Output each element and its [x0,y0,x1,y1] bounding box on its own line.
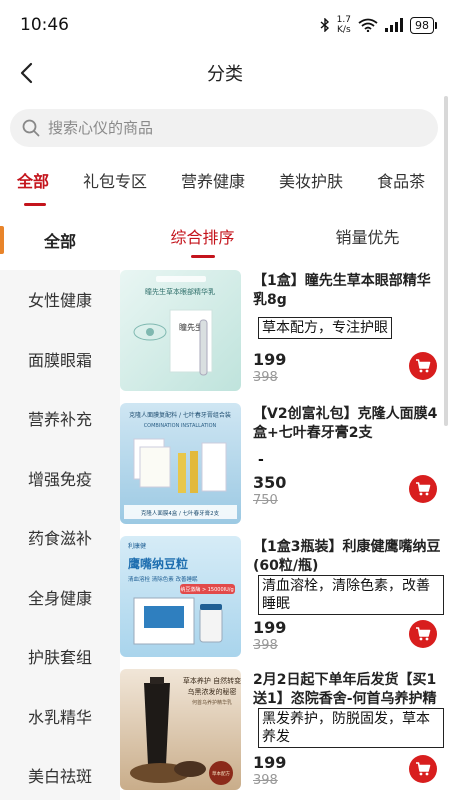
header: 分类 [0,50,450,96]
sidebar-item-immunity[interactable]: 增强免疫 [0,448,120,508]
image-line1: 草本养护 自然转变 [183,676,241,685]
product-price: 199 [253,618,287,637]
sidebar: 全部 女性健康 面膜眼霜 营养补充 增强免疫 药食滋补 全身健康 护肤套组 水乳… [0,210,120,800]
page-title: 分类 [207,64,243,85]
image-points: 清血溶栓 清除色素 改善睡眠 [128,575,198,583]
product-title: 【V2创富礼包】克隆人面膜4盒+七叶春牙膏2支 [253,406,438,441]
image-line3: 何首乌养护精华乳 [192,699,232,706]
sidebar-item-supplements[interactable]: 营养补充 [0,389,120,449]
image-seal: 草本配方 [212,770,230,777]
sidebar-item-mask-eye-cream[interactable]: 面膜眼霜 [0,329,120,389]
back-button[interactable] [12,59,40,87]
speed-unit: K/s [337,25,351,35]
product-tag: 草本配方，专注护眼 [258,317,392,339]
status-bar: 10:46 1.7 K/s 98 [0,0,450,50]
status-time: 10:46 [20,15,69,35]
sidebar-item-tonic[interactable]: 药食滋补 [0,508,120,568]
image-line2: 乌黑浓发的秘密 [188,687,237,696]
category-tab-food-tea[interactable]: 食品茶 [360,160,442,208]
wifi-icon [358,18,378,32]
product-old-price: 750 [253,493,278,508]
product-title: 2月2日起下单年后发货【买1送1】恣院香舍-何首乌养护精华… [253,672,437,707]
product-tag: 黑发养护，防脱固发，草本养发 [258,708,444,748]
sort-comprehensive[interactable]: 综合排序 [120,210,285,262]
network-speed: 1.7 K/s [337,15,351,35]
speed-value: 1.7 [336,15,351,25]
image-footer: 克隆人面膜4盒 / 七叶春牙膏2支 [141,509,220,517]
signal-icon [385,18,403,32]
product-image[interactable]: 草本养护 自然转变 乌黑浓发的秘密 何首乌养护精华乳 草本配方 [120,669,241,790]
search-bar[interactable] [10,109,438,147]
sidebar-item-women-health[interactable]: 女性健康 [0,270,120,330]
add-to-cart-button[interactable] [409,475,437,503]
cart-icon [416,762,431,776]
product-card[interactable]: 草本养护 自然转变 乌黑浓发的秘密 何首乌养护精华乳 草本配方 2月2日起下单年… [120,661,450,794]
product-old-price: 398 [253,370,278,385]
product-image[interactable]: 克隆人面膜复配料 / 七叶春牙膏组合装 COMBINATION INSTALLA… [120,403,241,524]
product-price: 199 [253,753,287,772]
status-icons: 1.7 K/s 98 [320,15,437,35]
product-tag: - [258,452,264,468]
product-list: 瞳先生草本眼部精华乳 瞳先生 【1盒】瞳先生草本眼部精华乳8g 草本配方，专注护… [120,262,450,800]
sidebar-item-body-health[interactable]: 全身健康 [0,567,120,627]
image-caption: 克隆人面膜复配料 / 七叶春牙膏组合装 [129,411,231,419]
cart-icon [416,482,431,496]
product-tag: 清血溶栓，清除色素，改善睡眠 [258,575,444,615]
cart-icon [416,627,431,641]
product-card[interactable]: 瞳先生草本眼部精华乳 瞳先生 【1盒】瞳先生草本眼部精华乳8g 草本配方，专注护… [120,262,450,395]
sort-sales[interactable]: 销量优先 [285,210,450,262]
image-badge: 纳豆激酶 > 15000IU/g [180,586,233,593]
product-card[interactable]: 克隆人面膜复配料 / 七叶春牙膏组合装 COMBINATION INSTALLA… [120,395,450,528]
add-to-cart-button[interactable] [409,755,437,783]
add-to-cart-button[interactable] [409,620,437,648]
product-price: 199 [253,350,287,369]
image-box-text: 瞳先生 [179,322,203,332]
image-subcaption: COMBINATION INSTALLATION [144,423,217,429]
image-brand: 利康健 [128,542,146,550]
sidebar-item-all[interactable]: 全部 [0,210,120,270]
sort-bar: 综合排序 销量优先 [120,210,450,262]
product-title: 【1盒3瓶装】利康健鹰嘴纳豆(60粒/瓶) [253,539,441,574]
category-tabs: 全部 礼包专区 营养健康 美妆护肤 食品茶 [0,160,450,208]
search-input[interactable] [48,119,408,137]
product-old-price: 398 [253,638,278,653]
bluetooth-icon [320,18,329,32]
product-title: 【1盒】瞳先生草本眼部精华乳8g [253,273,431,308]
category-tab-gift[interactable]: 礼包专区 [66,160,164,208]
product-old-price: 398 [253,773,278,788]
category-tab-all[interactable]: 全部 [0,160,66,208]
search-icon [22,119,40,137]
product-image[interactable]: 瞳先生草本眼部精华乳 瞳先生 [120,270,241,391]
sidebar-item-lotion-essence[interactable]: 水乳精华 [0,686,120,746]
image-title: 鹰嘴纳豆粒 [128,556,188,571]
sidebar-item-skincare-sets[interactable]: 护肤套组 [0,627,120,687]
add-to-cart-button[interactable] [409,352,437,380]
chevron-left-icon [20,62,33,84]
product-image[interactable]: 利康健 鹰嘴纳豆粒 清血溶栓 清除色素 改善睡眠 纳豆激酶 > 15000IU/… [120,536,241,657]
sidebar-item-whitening[interactable]: 美白祛斑 [0,746,120,800]
product-card[interactable]: 利康健 鹰嘴纳豆粒 清血溶栓 清除色素 改善睡眠 纳豆激酶 > 15000IU/… [120,528,450,661]
product-price: 350 [253,473,287,492]
category-tab-beauty[interactable]: 美妆护肤 [262,160,360,208]
category-tab-nutrition[interactable]: 营养健康 [164,160,262,208]
battery-indicator: 98 [410,16,437,34]
image-caption: 瞳先生草本眼部精华乳 [145,287,215,296]
cart-icon [416,359,431,373]
scrollbar[interactable] [444,96,448,426]
